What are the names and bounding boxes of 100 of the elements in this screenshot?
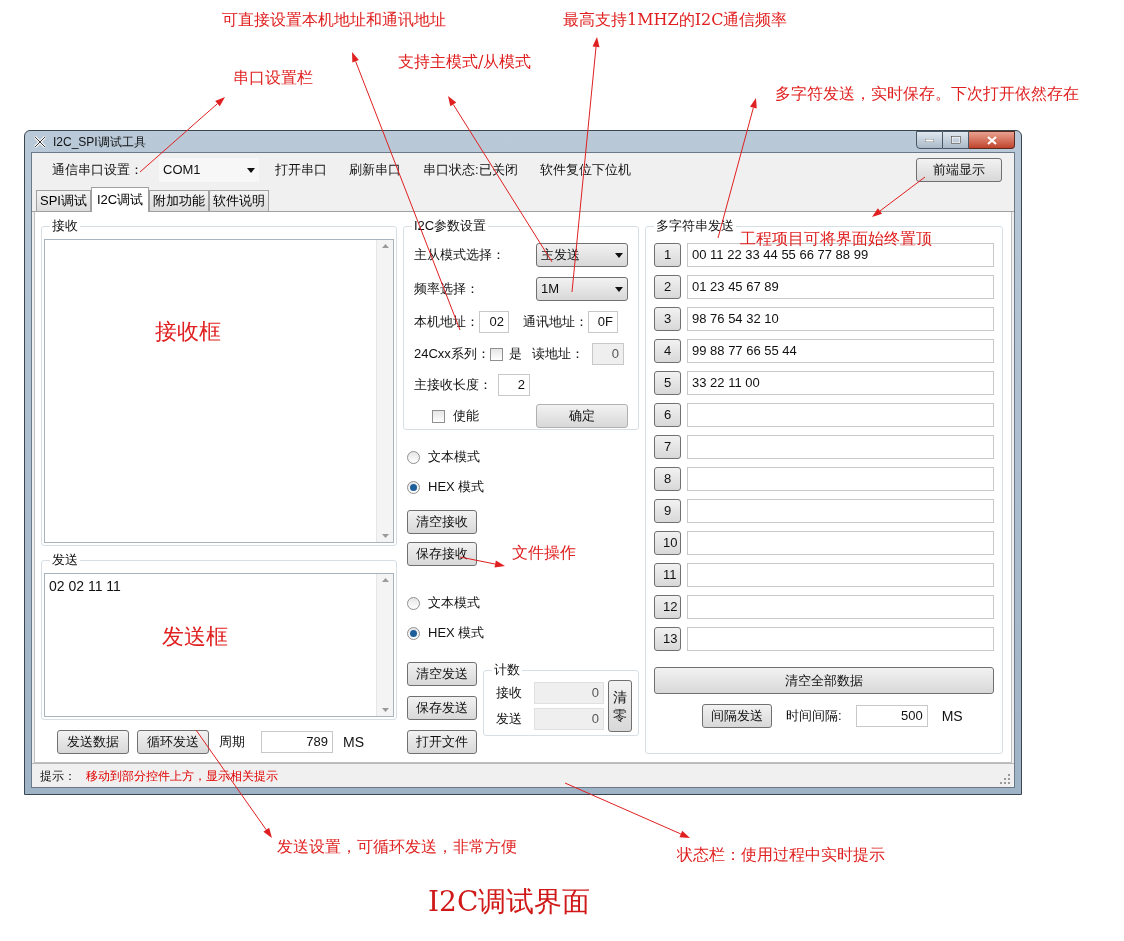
scroll-down-icon[interactable]	[381, 708, 389, 712]
frequency-dropdown[interactable]: 1M	[536, 277, 628, 301]
string-send-button[interactable]: 7	[654, 435, 681, 459]
toolbar-button[interactable]: 打开串口	[269, 158, 333, 182]
send-data-button[interactable]: 发送数据	[57, 730, 129, 754]
annotation-text: 发送设置，可循环发送，非常方便	[277, 839, 517, 855]
clear-count-button[interactable]: 清零	[608, 680, 632, 732]
string-send-button[interactable]: 8	[654, 467, 681, 491]
string-field[interactable]	[687, 595, 994, 619]
clear-all-button[interactable]: 清空全部数据	[654, 667, 994, 694]
scroll-up-icon[interactable]	[381, 578, 389, 582]
port-status: 串口状态:已关闭	[422, 161, 519, 180]
receive-length-field[interactable]: 2	[498, 374, 530, 396]
annotation-arrow	[872, 176, 926, 217]
port-dropdown[interactable]: COM1	[159, 158, 259, 182]
interval-field[interactable]: 500	[855, 705, 928, 727]
resize-grip-icon[interactable]	[1000, 774, 1010, 784]
field-label: 24Cxx系列：	[414, 345, 490, 364]
annotation-text: 发送框	[162, 626, 228, 648]
string-send-button[interactable]: 3	[654, 307, 681, 331]
toolbar-button[interactable]: 刷新串口	[343, 158, 407, 182]
scroll-down-icon[interactable]	[381, 534, 389, 538]
scroll-up-icon[interactable]	[381, 244, 389, 248]
annotation-text: 可直接设置本机地址和通讯地址	[222, 12, 446, 28]
tab[interactable]: SPI调试	[36, 190, 91, 211]
radio-button[interactable]	[407, 480, 420, 494]
string-field[interactable]	[687, 499, 994, 523]
minimize-icon[interactable]	[916, 131, 943, 149]
string-field[interactable]	[687, 435, 994, 459]
string-field[interactable]	[687, 563, 994, 587]
field-label: 读地址：	[531, 345, 584, 364]
string-field[interactable]	[687, 531, 994, 555]
file-button[interactable]: 清空发送	[407, 662, 477, 686]
file-button[interactable]: 清空接收	[407, 510, 477, 534]
loop-send-button[interactable]: 循环发送	[137, 730, 209, 754]
checkbox[interactable]	[489, 347, 503, 361]
file-button[interactable]: 打开文件	[407, 730, 477, 754]
annotation-text: 文件操作	[512, 545, 576, 561]
app-icon	[33, 134, 47, 149]
local-address-field[interactable]: 02	[479, 311, 509, 333]
caret-icon	[615, 252, 623, 258]
string-field[interactable]	[687, 403, 994, 427]
field-label: MS	[941, 706, 963, 726]
annotation-text: 最高支持1MHZ的I2C通信频率	[563, 12, 788, 28]
string-field[interactable]	[687, 467, 994, 491]
file-button[interactable]: 保存发送	[407, 696, 477, 720]
tab[interactable]: 软件说明	[209, 190, 270, 211]
string-send-button[interactable]: 12	[654, 595, 681, 619]
caret-icon	[247, 167, 255, 173]
comm-address-field[interactable]: 0F	[588, 311, 618, 333]
string-field[interactable]: 33 22 11 00	[687, 371, 994, 395]
tab[interactable]: I2C调试	[90, 187, 150, 212]
string-send-button[interactable]: 4	[654, 339, 681, 363]
field-label: 周期	[219, 733, 245, 752]
string-send-button[interactable]: 11	[654, 563, 681, 587]
window-title: I2C_SPI调试工具	[53, 133, 146, 151]
group-title: 接收	[50, 218, 80, 234]
field-label: 接收	[496, 684, 522, 703]
string-send-button[interactable]: 2	[654, 275, 681, 299]
file-button[interactable]: 保存接收	[407, 542, 477, 566]
field-label: 频率选择：	[414, 280, 479, 299]
annotation-text: 多字符发送，实时保存。下次打开依然存在	[775, 86, 1079, 102]
toolbar-button[interactable]: 软件复位下位机	[533, 158, 637, 182]
field-label: 时间间隔:	[786, 707, 842, 726]
period-field[interactable]: 789	[261, 731, 333, 753]
string-field[interactable]: 98 76 54 32 10	[687, 307, 994, 331]
front-display-button[interactable]: 前端显示	[916, 158, 1002, 182]
string-send-button[interactable]: 9	[654, 499, 681, 523]
scrollbar[interactable]	[376, 240, 393, 542]
string-send-button[interactable]: 1	[654, 243, 681, 267]
annotation-text: 支持主模式/从模式	[398, 54, 532, 70]
radio-button[interactable]	[407, 626, 420, 640]
send-text[interactable]: 02 02 11 11	[45, 574, 376, 596]
checkbox[interactable]	[432, 409, 445, 423]
string-field[interactable]	[687, 627, 994, 651]
field-label: HEX 模式	[428, 624, 485, 643]
field-label: MS	[343, 732, 364, 752]
string-send-button[interactable]: 13	[654, 627, 681, 651]
annotation-text: 接收框	[155, 321, 221, 343]
figure-caption: I2C调试界面	[428, 888, 591, 916]
string-field[interactable]: 01 23 45 67 89	[687, 275, 994, 299]
scrollbar[interactable]	[376, 574, 393, 716]
tab[interactable]: 附加功能	[149, 190, 210, 211]
annotation-text: 串口设置栏	[233, 70, 313, 86]
field-label: 文本模式	[428, 594, 480, 613]
close-icon[interactable]	[969, 131, 1015, 149]
status-message: 移动到部分控件上方，显示相关提示	[86, 767, 278, 785]
radio-button[interactable]	[407, 450, 420, 464]
field-label: 使能	[453, 407, 479, 426]
interval-send-button[interactable]: 间隔发送	[702, 704, 772, 728]
status-label: 提示：	[40, 767, 76, 785]
field-label: HEX 模式	[428, 478, 485, 497]
radio-button[interactable]	[407, 596, 420, 610]
string-send-button[interactable]: 6	[654, 403, 681, 427]
string-send-button[interactable]: 5	[654, 371, 681, 395]
group-title: I2C参数设置	[412, 218, 489, 234]
string-field[interactable]: 99 88 77 66 55 44	[687, 339, 994, 363]
maximize-icon[interactable]	[943, 131, 969, 149]
string-send-button[interactable]: 10	[654, 531, 681, 555]
field-label: 发送	[496, 710, 522, 729]
